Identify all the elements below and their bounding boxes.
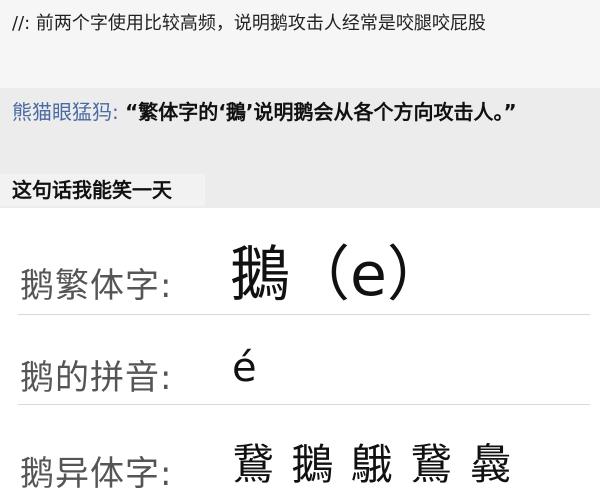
dictionary-card: 鹅繁体字: 鵝（e） 鹅的拼音: é 鹅异体字: 鵞 鵝 䳘 鵞 䳗 (0, 210, 600, 499)
reply-quote: “繁体字的‘鵝’说明鹅会从各个方向攻击人。” (125, 100, 517, 124)
reply-remark: 这句话我能笑一天 (12, 178, 172, 202)
divider-2 (18, 404, 590, 405)
reply-text: 熊猫眼猛犸: “繁体字的‘鵝’说明鹅会从各个方向攻击人。” (12, 96, 592, 128)
pinyin-label: 鹅的拼音: (20, 358, 173, 398)
variants-label: 鹅异体字: (20, 454, 173, 494)
traditional-label: 鹅繁体字: (20, 266, 173, 306)
top-comment-text: //: 前两个字使用比较高频，说明鹅攻击人经常是咬腿咬屁股 (12, 13, 486, 34)
variants-value: 鵞 鵝 䳘 鵞 䳗 (232, 440, 514, 489)
pinyin-value: é (232, 345, 257, 391)
reply-comment: 熊猫眼猛犸: “繁体字的‘鵝’说明鹅会从各个方向攻击人。” 这句话我能笑一天 (0, 88, 600, 208)
divider-1 (18, 314, 590, 315)
row-pinyin: 鹅的拼音: é (0, 320, 600, 410)
top-comment: //: 前两个字使用比较高频，说明鹅攻击人经常是咬腿咬屁股 (0, 0, 600, 88)
traditional-value: 鵝（e） (230, 240, 447, 310)
reply-author[interactable]: 熊猫眼猛犸: (12, 100, 119, 124)
row-variants: 鹅异体字: 鵞 鵝 䳘 鵞 䳗 (0, 410, 600, 499)
row-traditional: 鹅繁体字: 鵝（e） (0, 228, 600, 318)
